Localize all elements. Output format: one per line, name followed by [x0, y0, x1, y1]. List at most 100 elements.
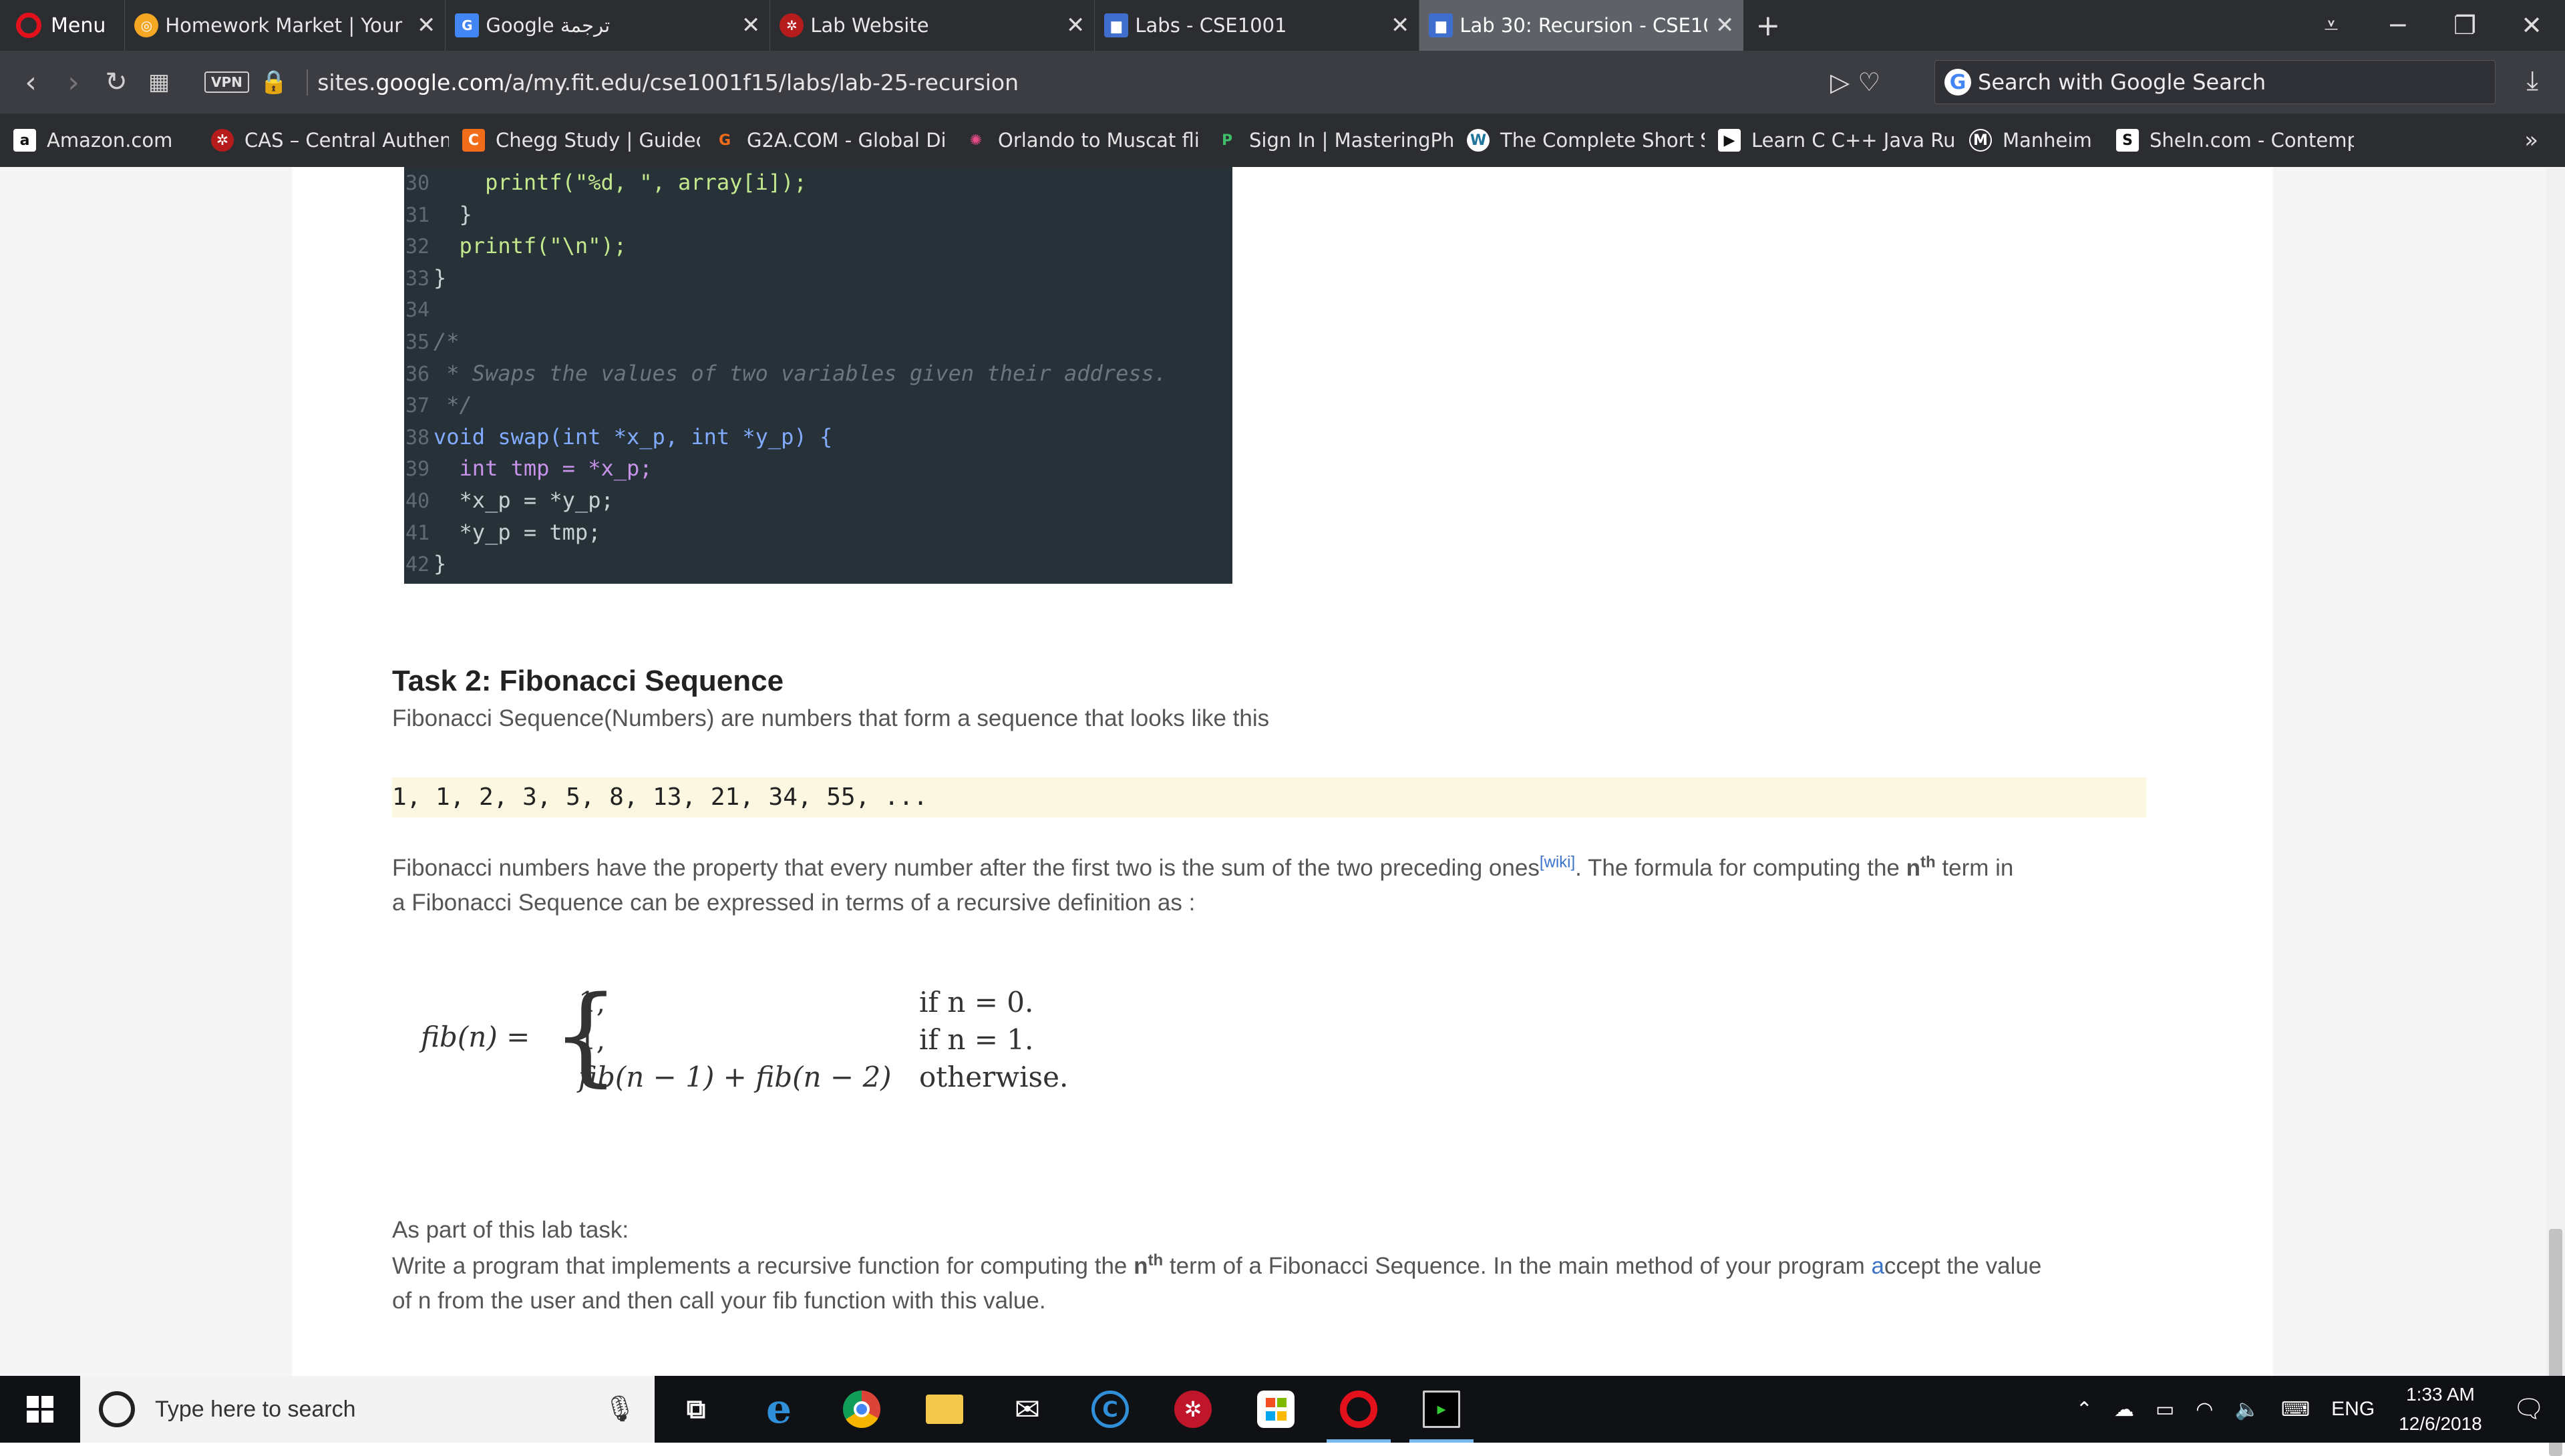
line-number: 37	[405, 394, 430, 418]
bookmark-label: G2A.COM - Global Di	[747, 129, 947, 152]
code-text: printf("\n");	[434, 233, 627, 259]
manheim-icon: M	[1969, 129, 1992, 152]
bookmark-orlando-muscat[interactable]: ✺ Orlando to Muscat fli	[951, 129, 1202, 152]
taskbar-search-placeholder: Type here to search	[155, 1396, 356, 1422]
bookmark-label: Learn C C++ Java Rul	[1751, 129, 1956, 152]
taskbar-search-box[interactable]: Type here to search 🎙	[80, 1376, 655, 1443]
case-condition-0: if n = 0.	[919, 986, 1034, 1019]
show-hidden-icons-icon[interactable]: ⌃	[2076, 1398, 2093, 1421]
microsoft-store-icon[interactable]	[1234, 1376, 1317, 1443]
code-block: 30 printf("%d, ", array[i]); 31 } 32 pri…	[404, 167, 1232, 584]
lock-icon[interactable]: 🔒	[260, 69, 288, 96]
bookmark-mastering[interactable]: P Sign In | MasteringPh	[1202, 129, 1454, 152]
scrollbar-track[interactable]	[2546, 167, 2565, 1456]
wifi-icon[interactable]: ◠	[2196, 1398, 2213, 1421]
code-line: 42}	[404, 548, 1232, 580]
search-field[interactable]: G Search with Google Search	[1934, 60, 2496, 104]
chrome-icon[interactable]	[820, 1376, 903, 1443]
bookmark-complete-short[interactable]: W The Complete Short S	[1454, 129, 1705, 152]
shein-icon: S	[2116, 129, 2139, 152]
chegg-icon: C	[462, 129, 485, 152]
close-tab-icon[interactable]: ✕	[1066, 12, 1085, 39]
action-center-icon[interactable]: 🗨	[2513, 1395, 2545, 1424]
close-tab-icon[interactable]: ✕	[1391, 12, 1410, 39]
code-text: }	[434, 201, 472, 227]
line-number: 33	[405, 266, 430, 291]
forward-icon[interactable]: ›	[52, 65, 95, 100]
google-sites-icon: ▆	[1104, 13, 1129, 37]
line-number: 36	[405, 362, 430, 386]
bookmark-shein[interactable]: S SheIn.com - Contemp	[2103, 129, 2354, 152]
nth-th: th	[1920, 853, 1936, 872]
tab-title: Google ترجمة	[486, 14, 611, 37]
code-text: * Swaps the values of two variables give…	[434, 360, 1168, 386]
line-number: 32	[405, 235, 430, 259]
speed-dial-icon[interactable]: ▦	[138, 69, 180, 96]
task-view-icon[interactable]: ⧉	[655, 1376, 737, 1443]
property-text-line2: a Fibonacci Sequence can be expressed in…	[392, 890, 1196, 916]
url-field[interactable]: sites.google.com/a/my.fit.edu/cse1001f15…	[307, 69, 1019, 96]
code-line: 38 void swap(int *x_p, int *y_p) {	[404, 421, 1232, 453]
task-intro: Fibonacci Sequence(Numbers) are numbers …	[392, 705, 1270, 731]
bookmark-g2a[interactable]: G G2A.COM - Global Di	[700, 129, 951, 152]
bookmark-label: Amazon.com	[47, 129, 173, 152]
reload-icon[interactable]: ↻	[95, 67, 138, 98]
tab-menu-icon[interactable]: ⩡	[2298, 11, 2365, 41]
tab-homework-market[interactable]: ◎ Homework Market | Your H ✕	[124, 0, 445, 51]
new-tab-button[interactable]: +	[1755, 9, 1780, 43]
battery-icon[interactable]: ▭	[2156, 1398, 2174, 1421]
case-condition-1: if n = 1.	[919, 1023, 1034, 1056]
close-tab-icon[interactable]: ✕	[417, 12, 436, 39]
property-text-a: Fibonacci numbers have the property that…	[392, 855, 1540, 881]
tab-labs-cse1001[interactable]: ▆ Labs - CSE1001 ✕	[1094, 0, 1419, 51]
bookmark-amazon[interactable]: a Amazon.com	[0, 129, 198, 152]
onedrive-icon[interactable]: ☁	[2114, 1398, 2134, 1421]
close-tab-icon[interactable]: ✕	[1715, 12, 1735, 39]
opera-menu-button[interactable]: Menu	[0, 0, 124, 51]
opera-taskbar-icon[interactable]	[1317, 1376, 1400, 1443]
antivirus-icon[interactable]: ✲	[1152, 1376, 1234, 1443]
code-text: int tmp = *x_p;	[434, 456, 653, 482]
snap-send-icon[interactable]: ▷ ♡	[1830, 67, 1880, 97]
restore-icon[interactable]: ❐	[2431, 11, 2498, 40]
line-number: 34	[405, 299, 430, 323]
code-text: *x_p = *y_p;	[434, 487, 614, 513]
start-button[interactable]	[0, 1376, 80, 1443]
kayak-icon: ✺	[969, 132, 983, 149]
tab-lab-website[interactable]: ✲ Lab Website ✕	[770, 0, 1094, 51]
system-tray: ⌃ ☁ ▭ ◠ 🔈 ⌨ ENG 1:33 AM 12/6/2018 🗨	[2065, 1376, 2565, 1443]
minimize-icon[interactable]: ─	[2365, 11, 2431, 40]
bookmark-manheim[interactable]: M Manheim	[1956, 129, 2103, 152]
close-tab-icon[interactable]: ✕	[741, 12, 761, 39]
tab-google-translate[interactable]: G Google ترجمة ✕	[445, 0, 770, 51]
keyboard-icon[interactable]: ⌨	[2281, 1398, 2310, 1421]
code-text: */	[434, 392, 472, 418]
vpn-badge[interactable]: VPN	[204, 71, 249, 93]
wiki-link[interactable]: [wiki]	[1540, 853, 1575, 871]
back-icon[interactable]: ‹	[9, 65, 52, 100]
more-bookmarks-icon[interactable]: »	[2524, 127, 2538, 154]
close-window-icon[interactable]: ✕	[2498, 11, 2565, 40]
tab-lab-30-recursion[interactable]: ▆ Lab 30: Recursion - CSE100 ✕	[1419, 0, 1744, 51]
microphone-icon[interactable]: 🎙	[604, 1395, 636, 1424]
bookmark-chegg[interactable]: C Chegg Study | Guidec	[449, 129, 700, 152]
line-number: 39	[405, 458, 430, 482]
menu-label: Menu	[51, 13, 106, 37]
bookmark-label: SheIn.com - Contemp	[2150, 129, 2354, 152]
bookmark-cas[interactable]: ✲ CAS – Central Authen	[198, 129, 449, 152]
terminal-icon[interactable]: ▸	[1400, 1376, 1483, 1443]
file-explorer-icon[interactable]	[903, 1376, 986, 1443]
clock[interactable]: 1:33 AM 12/6/2018	[2399, 1380, 2482, 1439]
code-line: 32 printf("\n");	[404, 230, 1232, 262]
download-icon[interactable]: ⤓	[2526, 65, 2538, 96]
ccleaner-icon[interactable]: C	[1069, 1376, 1152, 1443]
language-indicator[interactable]: ENG	[2331, 1398, 2375, 1421]
url-host: google.com	[375, 69, 505, 96]
edge-icon[interactable]: e	[737, 1376, 820, 1443]
mail-icon[interactable]: ✉	[986, 1376, 1069, 1443]
bookmark-learn-c[interactable]: ▶ Learn C C++ Java Rul	[1705, 129, 1956, 152]
formula-lhs: fib(n) =	[421, 1021, 530, 1053]
instr-link-a[interactable]: a	[1871, 1253, 1884, 1279]
volume-icon[interactable]: 🔈	[2234, 1398, 2259, 1421]
code-text: printf("%d, ", array[i]);	[434, 170, 807, 195]
